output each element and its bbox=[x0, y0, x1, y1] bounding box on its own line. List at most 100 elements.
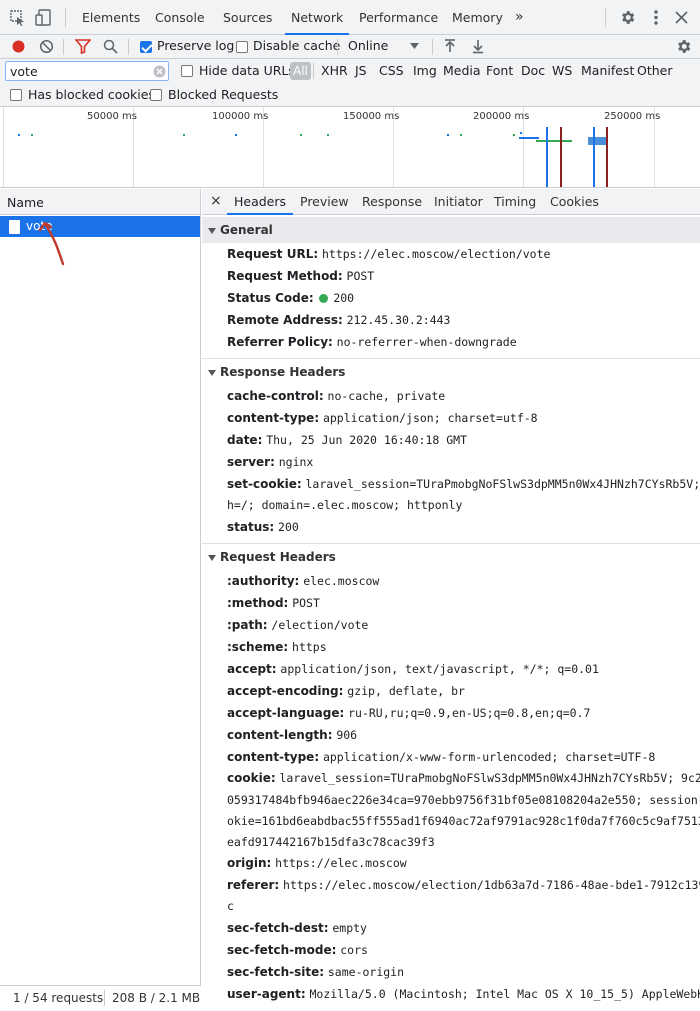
header-row: sec-fetch-dest: empty bbox=[227, 921, 367, 935]
tab-preview[interactable]: Preview bbox=[300, 189, 349, 215]
tab-initiator[interactable]: Initiator bbox=[434, 189, 483, 215]
filter-type-js[interactable]: JS bbox=[355, 63, 367, 78]
response-headers-title: Response Headers bbox=[220, 365, 346, 379]
tab-elements[interactable]: Elements bbox=[82, 0, 140, 35]
overview-tick: 100000 ms bbox=[212, 111, 269, 122]
tab-network[interactable]: Network bbox=[285, 0, 350, 35]
disable-cache-checkbox[interactable] bbox=[236, 41, 248, 53]
clear-icon[interactable] bbox=[39, 39, 54, 54]
preserve-log-label[interactable]: Preserve log bbox=[157, 38, 234, 53]
header-row: Referrer Policy: no-referrer-when-downgr… bbox=[227, 335, 517, 349]
filter-icon[interactable] bbox=[75, 39, 91, 54]
tab-response[interactable]: Response bbox=[362, 189, 422, 215]
request-row-vote[interactable]: vote bbox=[0, 216, 200, 237]
filter-bar: vote Hide data URLs All XHR JS CSS Img M… bbox=[0, 59, 700, 83]
preserve-log-checkbox[interactable] bbox=[140, 41, 152, 53]
has-blocked-cookies-label[interactable]: Has blocked cookies bbox=[28, 87, 155, 102]
filter-input-value: vote bbox=[10, 64, 38, 79]
clear-filter-icon[interactable] bbox=[153, 65, 166, 78]
header-row: :scheme: https bbox=[227, 640, 327, 654]
header-row: content-type: application/x-www-form-url… bbox=[227, 750, 656, 764]
request-headers-title: Request Headers bbox=[220, 550, 336, 564]
collapse-triangle-icon bbox=[208, 227, 216, 234]
tab-timing[interactable]: Timing bbox=[494, 189, 536, 215]
header-row: accept: application/json, text/javascrip… bbox=[227, 662, 599, 676]
annotation-arrow-icon bbox=[38, 221, 65, 266]
header-row-continuation: c bbox=[227, 899, 234, 913]
requests-list-panel: Name vote bbox=[0, 189, 201, 1011]
close-devtools-icon[interactable] bbox=[675, 11, 688, 24]
blocked-requests-checkbox[interactable] bbox=[150, 89, 162, 101]
blocked-requests-label[interactable]: Blocked Requests bbox=[168, 87, 278, 102]
general-section-header[interactable]: General bbox=[202, 217, 700, 243]
collapse-triangle-icon bbox=[208, 369, 216, 376]
filter-type-img[interactable]: Img bbox=[413, 63, 437, 78]
overview-tick: 200000 ms bbox=[473, 111, 530, 122]
filter-type-manifest[interactable]: Manifest bbox=[581, 63, 634, 78]
network-overview-timeline[interactable]: 50000 ms 100000 ms 150000 ms 200000 ms 2… bbox=[0, 107, 700, 188]
request-count: 1 / 54 requests bbox=[13, 991, 104, 1005]
hide-data-urls-checkbox[interactable] bbox=[181, 65, 193, 77]
overview-tick: 150000 ms bbox=[343, 111, 400, 122]
disable-cache-label[interactable]: Disable cache bbox=[253, 38, 340, 53]
transfer-size: 208 B / 2.1 MB t bbox=[112, 991, 200, 1005]
has-blocked-cookies-checkbox[interactable] bbox=[10, 89, 22, 101]
tab-console[interactable]: Console bbox=[155, 0, 205, 35]
header-row: server: nginx bbox=[227, 455, 314, 469]
header-row: cache-control: no-cache, private bbox=[227, 389, 446, 403]
filter-type-media[interactable]: Media bbox=[443, 63, 481, 78]
overview-tick: 250000 ms bbox=[604, 111, 661, 122]
chevron-down-icon[interactable] bbox=[410, 43, 419, 50]
inspect-element-icon[interactable] bbox=[10, 10, 26, 26]
header-row: :method: POST bbox=[227, 596, 320, 610]
request-detail-tabs: × Headers Preview Response Initiator Tim… bbox=[202, 189, 700, 215]
filter-type-ws[interactable]: WS bbox=[552, 63, 572, 78]
header-row-continuation: h=/; domain=.elec.moscow; httponly bbox=[227, 498, 463, 512]
tab-headers[interactable]: Headers bbox=[227, 189, 294, 215]
import-har-icon[interactable] bbox=[443, 39, 457, 54]
network-toolbar: Preserve log Disable cache Online bbox=[0, 35, 700, 59]
header-row: set-cookie: laravel_session=TUraPmobgNoF… bbox=[227, 477, 700, 491]
header-row: accept-language: ru-RU,ru;q=0.9,en-US;q=… bbox=[227, 706, 591, 720]
header-row: accept-encoding: gzip, deflate, br bbox=[227, 684, 465, 698]
filter-type-other[interactable]: Other bbox=[637, 63, 673, 78]
header-row: :path: /election/vote bbox=[227, 618, 369, 632]
general-section-title: General bbox=[220, 223, 273, 237]
header-row-continuation: okie=161bd6eabdbac55ff555ad1f6940ac72af9… bbox=[227, 814, 700, 828]
record-icon[interactable] bbox=[11, 39, 26, 54]
devtools-tabbar: Elements Console Sources Network Perform… bbox=[0, 0, 700, 35]
header-row: Request URL: https://elec.moscow/electio… bbox=[227, 247, 551, 261]
tab-performance[interactable]: Performance bbox=[359, 0, 438, 35]
device-toolbar-icon[interactable] bbox=[35, 9, 53, 27]
filter-type-css[interactable]: CSS bbox=[379, 63, 404, 78]
header-row: Status Code: 200 bbox=[227, 291, 355, 305]
header-row: date: Thu, 25 Jun 2020 16:40:18 GMT bbox=[227, 433, 467, 447]
status-ok-icon bbox=[319, 294, 329, 303]
header-row: status: 200 bbox=[227, 520, 299, 534]
close-detail-button[interactable]: × bbox=[210, 189, 222, 215]
header-row: sec-fetch-site: same-origin bbox=[227, 965, 405, 979]
tab-cookies[interactable]: Cookies bbox=[550, 189, 599, 215]
request-headers-section-header[interactable]: Request Headers bbox=[202, 544, 700, 570]
filter-type-font[interactable]: Font bbox=[486, 63, 513, 78]
settings-gear-icon[interactable] bbox=[619, 9, 636, 26]
network-settings-gear-icon[interactable] bbox=[675, 38, 692, 55]
header-row: content-length: 906 bbox=[227, 728, 358, 742]
filter-type-xhr[interactable]: XHR bbox=[321, 63, 348, 78]
name-column-header[interactable]: Name bbox=[7, 195, 44, 210]
collapse-triangle-icon bbox=[208, 554, 216, 561]
more-tabs-button[interactable]: » bbox=[515, 0, 524, 35]
response-headers-section-header[interactable]: Response Headers bbox=[202, 359, 700, 385]
filter-type-doc[interactable]: Doc bbox=[521, 63, 545, 78]
header-row-continuation: eafd917442167b15dfa3c78cac39f3 bbox=[227, 835, 435, 849]
tab-memory[interactable]: Memory bbox=[452, 0, 503, 35]
search-icon[interactable] bbox=[103, 39, 118, 54]
filter-bar-secondary: Has blocked cookies Blocked Requests bbox=[0, 83, 700, 107]
filter-type-all[interactable]: All bbox=[290, 62, 311, 80]
kebab-menu-icon[interactable] bbox=[650, 9, 662, 26]
export-har-icon[interactable] bbox=[471, 39, 485, 54]
filter-input[interactable]: vote bbox=[5, 61, 169, 81]
hide-data-urls-label[interactable]: Hide data URLs bbox=[199, 63, 295, 78]
tab-sources[interactable]: Sources bbox=[223, 0, 272, 35]
throttle-select[interactable]: Online bbox=[348, 38, 388, 53]
